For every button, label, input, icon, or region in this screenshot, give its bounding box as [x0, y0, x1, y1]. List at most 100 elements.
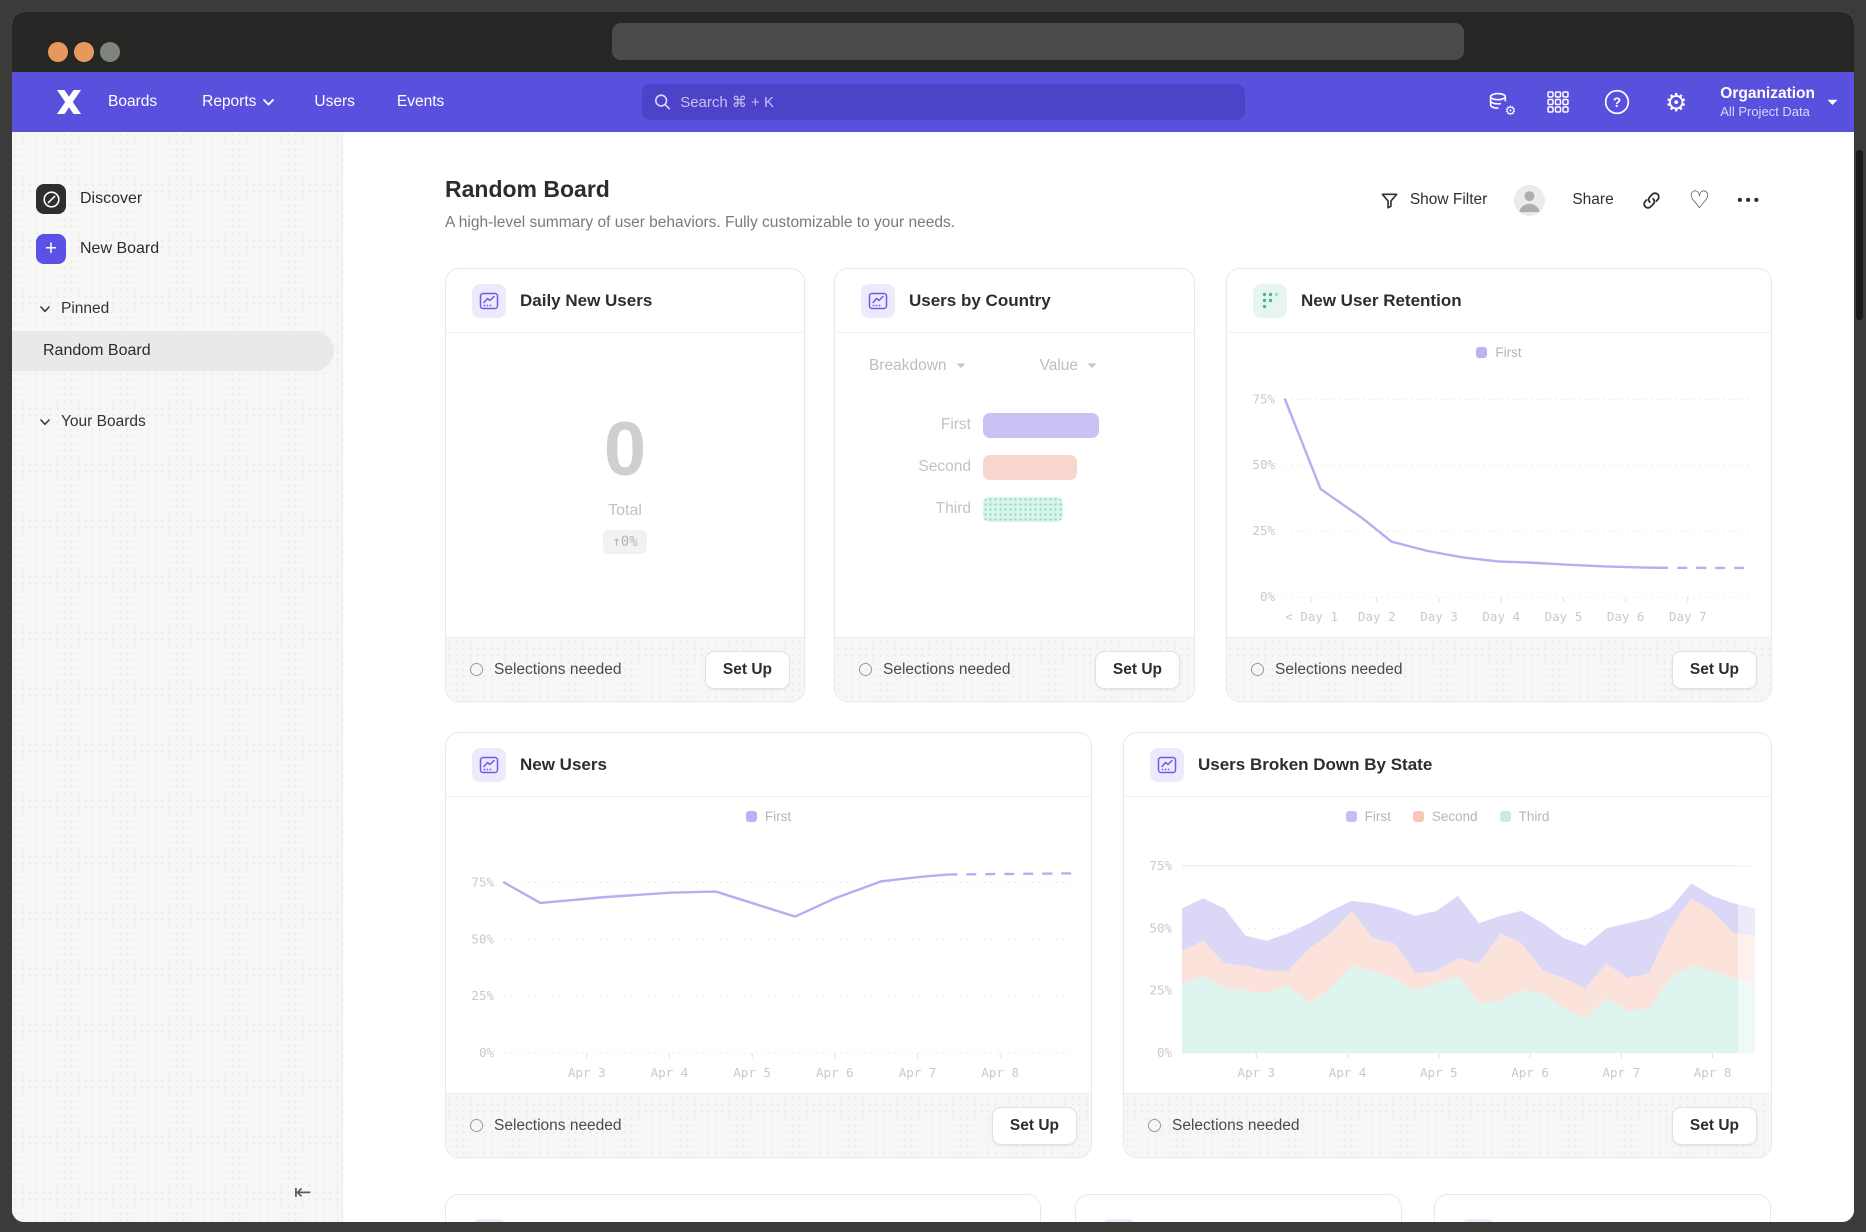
chevron-down-icon — [1087, 363, 1097, 369]
apps-grid-icon[interactable] — [1543, 87, 1573, 117]
more-options-icon[interactable]: ••• — [1737, 192, 1762, 209]
svg-text:0%: 0% — [1157, 1045, 1173, 1060]
svg-text:Apr 6: Apr 6 — [816, 1065, 854, 1080]
card-stacked-line-graph: Stacked Line Graph — [445, 1194, 1041, 1222]
window-titlebar — [12, 12, 1854, 72]
nav-item-boards[interactable]: Boards — [108, 93, 157, 111]
chevron-down-icon — [263, 99, 274, 106]
app-window: Boards Reports Users Events — [12, 12, 1854, 1222]
org-name: Organization — [1720, 85, 1815, 103]
org-switcher[interactable]: Organization All Project Data — [1720, 85, 1838, 119]
chart-legend: First — [446, 809, 1091, 824]
sidebar-collapse-icon[interactable]: ⇤ — [294, 1180, 312, 1204]
line-chart-icon — [472, 284, 506, 318]
card-status: Selections needed — [1251, 661, 1403, 679]
browser-url-bar[interactable] — [612, 23, 1464, 60]
card-status: Selections needed — [859, 661, 1011, 679]
set-up-button[interactable]: Set Up — [1672, 651, 1757, 689]
card-title: Users Broken Down By State — [1198, 755, 1432, 775]
status-label: Selections needed — [1172, 1117, 1300, 1135]
svg-text:25%: 25% — [1252, 523, 1275, 538]
nav-item-events[interactable]: Events — [397, 93, 444, 111]
mini-gear-icon: ⚙ — [1505, 105, 1517, 118]
help-icon[interactable]: ? — [1602, 87, 1632, 117]
svg-text:Apr 8: Apr 8 — [981, 1065, 1019, 1080]
svg-text:25%: 25% — [1149, 983, 1172, 998]
svg-text:Apr 6: Apr 6 — [1511, 1065, 1549, 1080]
sidebar-item-new-board[interactable]: + New Board — [36, 234, 159, 264]
nav-item-label: Reports — [202, 93, 256, 111]
set-up-button[interactable]: Set Up — [1672, 1107, 1757, 1145]
svg-text:Day 2: Day 2 — [1358, 609, 1396, 624]
retention-chart: 75%50%25%0%< Day 1Day 2Day 3Day 4Day 5Da… — [1227, 333, 1771, 637]
traffic-light-minimize-icon[interactable] — [74, 42, 94, 62]
legend-item: Second — [1413, 809, 1478, 824]
sidebar: Discover + New Board Pinned Random Board… — [12, 132, 343, 1222]
svg-text:50%: 50% — [1149, 920, 1172, 935]
value-dropdown[interactable]: Value — [1040, 357, 1098, 375]
sidebar-section-label: Pinned — [61, 300, 109, 318]
metric-big-value: 0 — [604, 412, 646, 488]
line-chart-icon — [1461, 1219, 1495, 1222]
set-up-button[interactable]: Set Up — [992, 1107, 1077, 1145]
page-subtitle: A high-level summary of user behaviors. … — [445, 214, 955, 232]
chevron-down-icon — [1827, 99, 1838, 106]
sidebar-item-discover[interactable]: Discover — [36, 184, 142, 214]
svg-text:Apr 3: Apr 3 — [1237, 1065, 1275, 1080]
svg-text:Day 6: Day 6 — [1607, 609, 1645, 624]
settings-gear-icon[interactable]: ⚙ — [1661, 87, 1691, 117]
chevron-down-icon — [40, 419, 50, 426]
sidebar-item-label: Discover — [80, 190, 142, 208]
sidebar-item-random-board[interactable]: Random Board — [12, 331, 334, 371]
sidebar-section-your-boards[interactable]: Your Boards — [40, 413, 146, 431]
bar-label: First — [835, 416, 983, 434]
card-new-users: New Users 75%50%25%0%Apr 3Apr 4Apr 5Apr … — [445, 732, 1092, 1158]
show-filter-label: Show Filter — [1410, 191, 1488, 209]
traffic-light-zoom-icon[interactable] — [100, 42, 120, 62]
bar-label: Second — [835, 458, 983, 476]
set-up-button[interactable]: Set Up — [705, 651, 790, 689]
board-actions: Show Filter Share ♡ — [1380, 182, 1762, 218]
favorite-heart-icon[interactable]: ♡ — [1689, 188, 1711, 212]
card-daily-new-users: Daily New Users 0 Total ↑0% — [445, 268, 805, 702]
scrollbar-thumb[interactable] — [1856, 150, 1863, 320]
show-filter-button[interactable]: Show Filter — [1380, 191, 1488, 210]
card-new-user-retention: New User Retention 75%50%25%0%< Day 1Day… — [1226, 268, 1772, 702]
svg-text:25%: 25% — [471, 988, 494, 1003]
search-input[interactable] — [680, 94, 1233, 111]
metric-caption: Total — [608, 502, 642, 520]
sidebar-section-pinned[interactable]: Pinned — [40, 300, 109, 318]
breakdown-dropdown[interactable]: Breakdown — [869, 357, 966, 375]
nav-item-reports[interactable]: Reports — [202, 93, 274, 111]
svg-text:Apr 4: Apr 4 — [651, 1065, 689, 1080]
bar-label: Third — [835, 500, 983, 518]
status-circle-icon — [1148, 1119, 1161, 1132]
data-management-icon[interactable]: ⚙ — [1484, 87, 1514, 117]
card-status: Selections needed — [470, 1117, 622, 1135]
global-search[interactable] — [642, 84, 1245, 120]
bar-row: Third — [835, 495, 1194, 523]
metric-delta-badge: ↑0% — [603, 530, 646, 554]
svg-text:Apr 7: Apr 7 — [899, 1065, 937, 1080]
status-circle-icon — [470, 1119, 483, 1132]
board-main: Random Board A high-level summary of use… — [343, 132, 1854, 1222]
traffic-light-close-icon[interactable] — [48, 42, 68, 62]
avatar[interactable] — [1514, 185, 1545, 216]
svg-text:Day 4: Day 4 — [1482, 609, 1520, 624]
copy-link-icon[interactable] — [1641, 190, 1662, 211]
person-icon — [1514, 185, 1545, 216]
set-up-button[interactable]: Set Up — [1095, 651, 1180, 689]
sidebar-section-label: Your Boards — [61, 413, 146, 431]
chevron-down-icon — [956, 363, 966, 369]
line-chart-icon — [472, 1219, 506, 1222]
nav-item-users[interactable]: Users — [314, 93, 354, 111]
line-chart-icon — [1150, 748, 1184, 782]
line-chart-icon — [1102, 1219, 1136, 1222]
status-label: Selections needed — [1275, 661, 1403, 679]
card-title: Users by Country — [909, 291, 1051, 311]
share-button[interactable]: Share — [1572, 191, 1613, 209]
mixpanel-logo-icon[interactable] — [55, 88, 83, 116]
search-icon — [654, 93, 671, 111]
bar-row: First — [835, 411, 1194, 439]
cards-grid: Daily New Users 0 Total ↑0% — [445, 268, 1772, 1222]
